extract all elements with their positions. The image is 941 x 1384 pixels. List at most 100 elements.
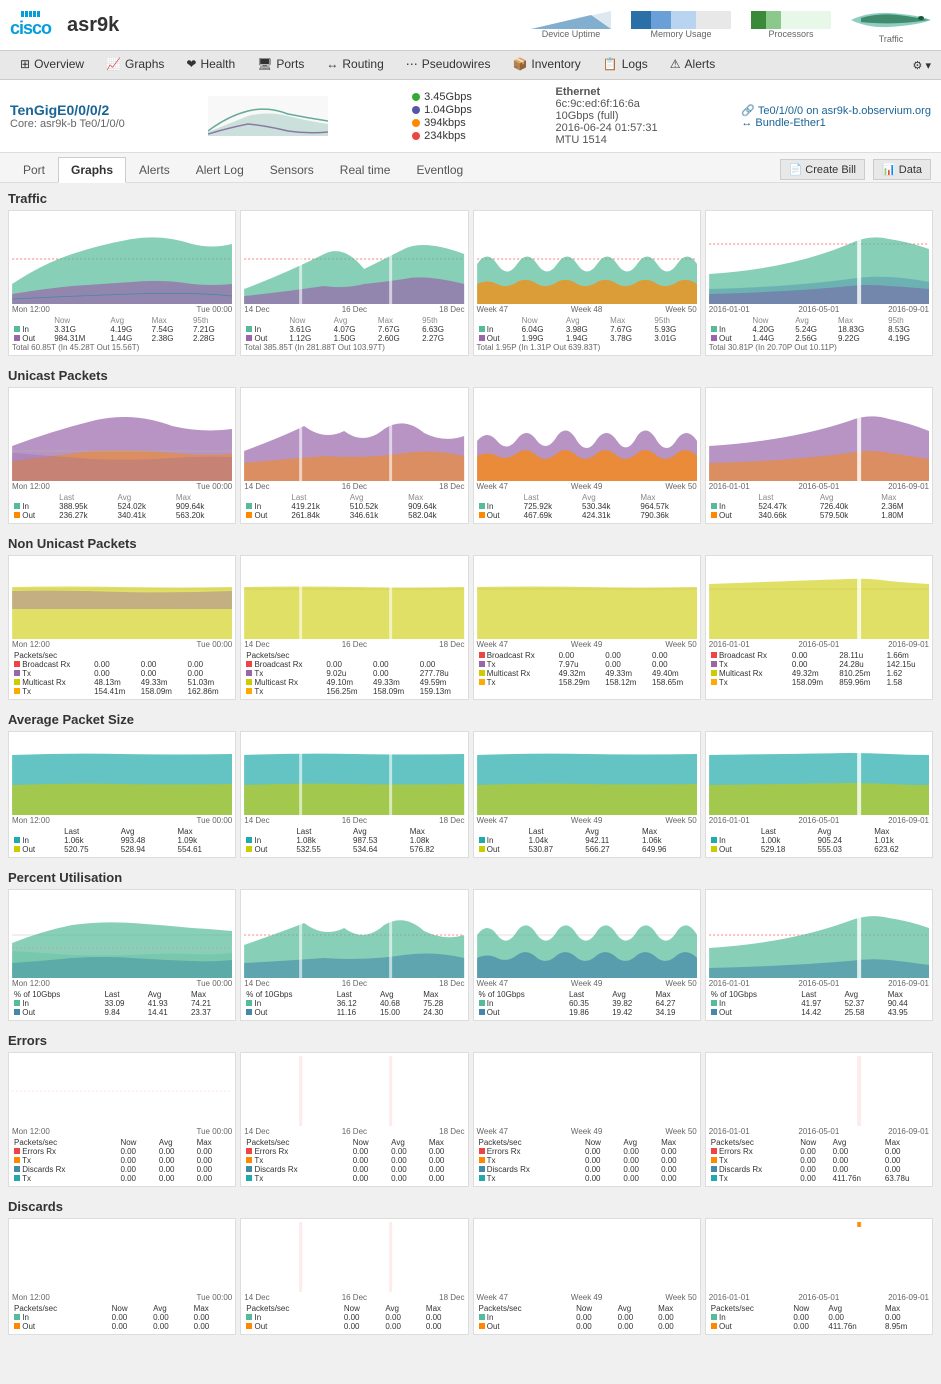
if-mac: 6c:9c:ed:6f:16:6a	[556, 98, 658, 110]
discards-week-stats: Packets/secNowAvgMax In0.000.000.00 Out0…	[244, 1304, 464, 1331]
stat-in-1: 3.45Gbps	[424, 91, 472, 103]
errors-week-xlabels: 14 Dec16 Dec18 Dec	[244, 1127, 464, 1136]
util-week-stats: % of 10GbpsLastAvgMax In36.1240.6875.28 …	[244, 990, 464, 1017]
tab-realtime[interactable]: Real time	[327, 157, 404, 182]
traffic-svg-year	[709, 214, 929, 304]
util-day-xlabels: Mon 12:00Tue 00:00	[12, 979, 232, 988]
tab-sensors[interactable]: Sensors	[257, 157, 327, 182]
errors-month-xlabels: Week 47Week 49Week 50	[477, 1127, 697, 1136]
tab-eventlog[interactable]: Eventlog	[403, 157, 476, 182]
avgpkt-week-stats: LastAvgMax In1.08k987.531.08k Out532.555…	[244, 827, 464, 854]
nonunicast-year-xlabels: 2016-01-012016-05-012016-09-01	[709, 640, 929, 649]
util-chart-day: Mon 12:00Tue 00:00 % of 10GbpsLastAvgMax…	[8, 889, 236, 1021]
out-sq	[14, 335, 20, 341]
avgpkt-day-xlabels: Mon 12:00Tue 00:00	[12, 816, 232, 825]
traffic-chart-month: Week 47Week 48Week 50 NowAvgMax95th In6.…	[473, 210, 701, 356]
err-sq	[711, 1148, 717, 1154]
errors-chart-week: 14 Dec16 Dec18 Dec Packets/secNowAvgMax …	[240, 1052, 468, 1187]
if-ethernet-info: Ethernet 6c:9c:ed:6f:16:6a 10Gbps (full)…	[556, 86, 658, 146]
nav-graphs[interactable]: 📈 Graphs	[96, 51, 174, 79]
nav-pseudowires[interactable]: ⋯ Pseudowires	[396, 51, 501, 79]
nonunicast-svg-week	[244, 559, 464, 639]
in-sq	[711, 837, 717, 843]
unicast-day-stats: LastAvgMax In388.95k524.02k909.64k Out23…	[12, 493, 232, 520]
traffic-year-xlabels: 2016-01-012016-05-012016-09-01	[709, 305, 929, 314]
tab-alerts[interactable]: Alerts	[126, 157, 183, 182]
nav-routing[interactable]: ↔ Routing	[316, 51, 393, 79]
avgpkt-svg-month	[477, 735, 697, 815]
discards-svg-year	[709, 1222, 929, 1292]
unicast-year-stats: LastAvgMax In524.47k726.40k2.36M Out340.…	[709, 493, 929, 520]
in-sq	[711, 503, 717, 509]
unicast-year-xlabels: 2016-01-012016-05-012016-09-01	[709, 482, 929, 491]
in-sq	[711, 1314, 717, 1320]
out-sq	[14, 1009, 20, 1015]
mcast-sq	[711, 670, 717, 676]
stat-memory: Memory Usage	[631, 11, 731, 39]
cisco-bars	[21, 11, 40, 17]
nonunicast-chart-year: 2016-01-012016-05-012016-09-01 Broadcast…	[705, 555, 933, 700]
utilisation-section: Percent Utilisation Mon 12:00Tue 00:00	[8, 870, 933, 1021]
unicast-week-xlabels: 14 Dec16 Dec18 Dec	[244, 482, 464, 491]
stat-uptime: Device Uptime	[531, 11, 611, 39]
nav-ports[interactable]: 🖥 Ports	[247, 51, 314, 79]
if-link2[interactable]: ↔ Bundle-Ether1	[741, 117, 825, 129]
out-sq	[14, 846, 20, 852]
traffic-section: Traffic Mon 12:00Tue 00:00	[8, 191, 933, 356]
tab-graphs[interactable]: Graphs	[58, 157, 126, 183]
graphs-label: Graphs	[125, 57, 164, 71]
data-button[interactable]: 📊 Data	[873, 159, 931, 180]
in-sq	[711, 326, 717, 332]
in-sq	[14, 326, 20, 332]
avgpkt-week-xlabels: 14 Dec16 Dec18 Dec	[244, 816, 464, 825]
nonunicast-month-stats: Broadcast Rx0.000.000.00 Tx7.97u0.000.00…	[477, 651, 697, 687]
nav-overview[interactable]: ⊞ Overview	[10, 51, 94, 79]
mcast-sq	[14, 679, 20, 685]
util-week-xlabels: 14 Dec16 Dec18 Dec	[244, 979, 464, 988]
unicast-month-xlabels: Week 47Week 49Week 50	[477, 482, 697, 491]
graphs-icon: 📈	[106, 57, 121, 71]
errors-svg-week	[244, 1056, 464, 1126]
cisco-logo: cisco	[10, 11, 51, 39]
traffic-week-stats: NowAvgMax95th In3.61G4.07G7.67G6.63G Out…	[244, 316, 464, 352]
nonunicast-chart-month: Week 47Week 49Week 50 Broadcast Rx0.000.…	[473, 555, 701, 700]
traffic-day-xlabels: Mon 12:00Tue 00:00	[12, 305, 232, 314]
traffic-title: Traffic	[8, 191, 933, 206]
main-content: Traffic Mon 12:00Tue 00:00	[0, 183, 941, 1355]
routing-label: Routing	[342, 57, 383, 71]
out-sq	[479, 846, 485, 852]
interface-header: TenGigE0/0/0/2 Core: asr9k-b Te0/1/0/0 3…	[0, 80, 941, 153]
create-bill-button[interactable]: 📄 Create Bill	[780, 159, 866, 180]
traffic-chart-year: 2016-01-012016-05-012016-09-01 NowAvgMax…	[705, 210, 933, 356]
utilisation-title: Percent Utilisation	[8, 870, 933, 885]
nav-health[interactable]: ❤ Health	[176, 51, 245, 79]
bcast-tx-sq	[14, 670, 20, 676]
in-sq	[711, 1000, 717, 1006]
uptime-label: Device Uptime	[542, 29, 601, 39]
nonunicast-svg-year	[709, 559, 929, 639]
if-link1[interactable]: 🔗 Te0/1/0/0 on asr9k-b.observium.org	[741, 105, 931, 117]
traffic-svg-day	[12, 214, 232, 304]
discards-day-stats: Packets/secNowAvgMax In0.000.000.00 Out0…	[12, 1304, 232, 1331]
nonunicast-chart-week: 14 Dec16 Dec18 Dec Packets/sec Broadcast…	[240, 555, 468, 700]
nav-settings[interactable]: ⚙ ▾	[913, 59, 931, 72]
discards-year-stats: Packets/secNowAvgMax In0.000.000.00 Out0…	[709, 1304, 929, 1331]
overview-icon: ⊞	[20, 57, 30, 71]
routing-icon: ↔	[326, 57, 338, 71]
out-sq	[246, 512, 252, 518]
unicast-chart-week: 14 Dec16 Dec18 Dec LastAvgMax In419.21k5…	[240, 387, 468, 524]
settings-icon[interactable]: ⚙ ▾	[913, 60, 931, 72]
discards-chart-day: Mon 12:00Tue 00:00 Packets/secNowAvgMax …	[8, 1218, 236, 1335]
avgpkt-svg-week	[244, 735, 464, 815]
tab-alertlog[interactable]: Alert Log	[183, 157, 257, 182]
unicast-svg-month	[477, 391, 697, 481]
nav-inventory[interactable]: 📦 Inventory	[502, 51, 590, 79]
avgpkt-svg-year	[709, 735, 929, 815]
disc-tx-sq	[246, 1175, 252, 1181]
util-svg-day	[12, 893, 232, 978]
tab-port[interactable]: Port	[10, 157, 58, 182]
nav-logs[interactable]: 📋 Logs	[593, 51, 658, 79]
nav-alerts[interactable]: ⚠ Alerts	[660, 51, 725, 79]
traffic-chart-day: Mon 12:00Tue 00:00 NowAvgMax95th In3.31G…	[8, 210, 236, 356]
avgpktsize-section: Average Packet Size Mon 12:00Tue 00:00 L…	[8, 712, 933, 858]
